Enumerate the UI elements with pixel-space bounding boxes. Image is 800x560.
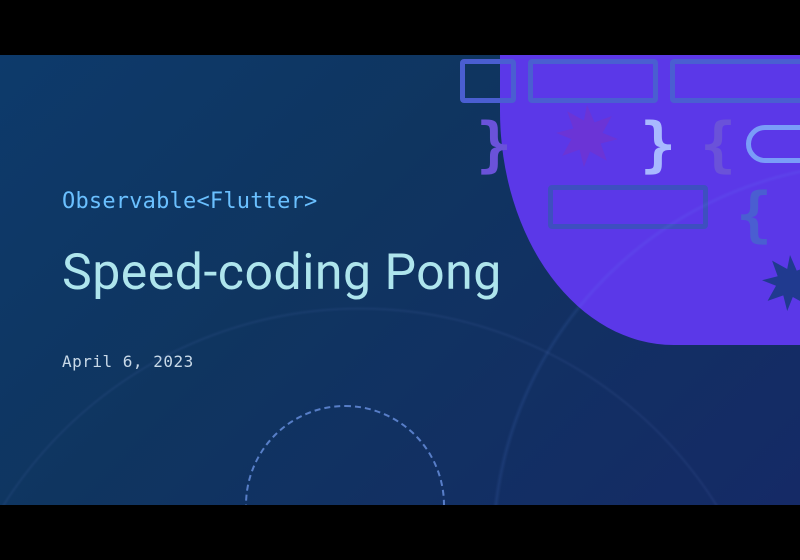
series-label: Observable<Flutter> — [62, 189, 622, 214]
brace-icon: } — [640, 115, 676, 175]
slide-card: } } { { Observable<Flutter> Speed-coding… — [0, 55, 800, 505]
slide-date: April 6, 2023 — [62, 352, 622, 371]
slide-title: Speed-coding Pong — [62, 244, 622, 302]
brace-icon: { — [736, 185, 772, 245]
brace-icon: { — [700, 115, 736, 175]
decor-pill-icon — [746, 125, 800, 163]
starburst-icon — [762, 255, 800, 311]
decor-rect-icon — [670, 59, 800, 103]
